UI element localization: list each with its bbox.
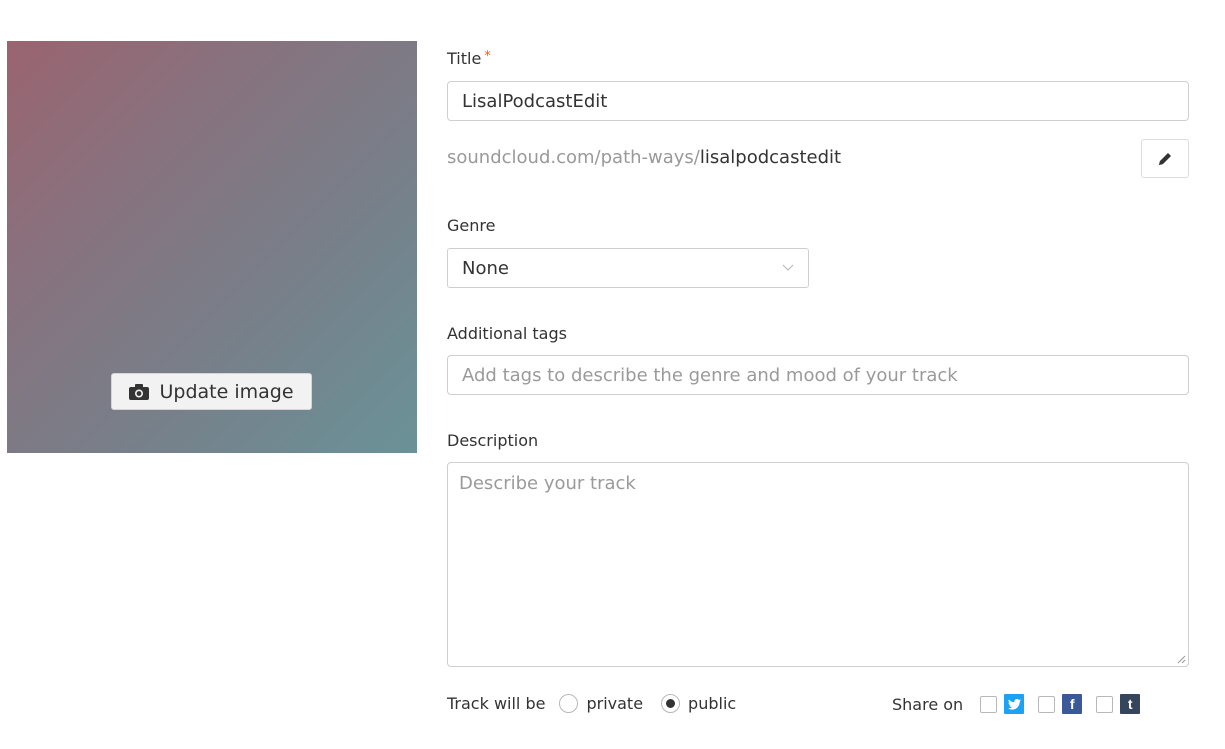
description-label: Description	[447, 431, 539, 450]
tumblr-icon[interactable]: t	[1120, 694, 1141, 714]
share-tumblr-checkbox[interactable]	[1096, 695, 1114, 713]
share-facebook-checkbox[interactable]	[1038, 695, 1056, 713]
track-artwork: Update image	[7, 41, 417, 453]
public-radio[interactable]	[661, 694, 681, 713]
public-label: public	[688, 694, 737, 713]
title-input[interactable]: LisalPodcastEdit	[447, 81, 1189, 121]
title-label: Title *	[447, 49, 491, 68]
tags-placeholder: Add tags to describe the genre and mood …	[462, 364, 958, 386]
permalink: soundcloud.com/path-ways/lisalpodcastedi…	[447, 147, 841, 168]
title-input-value: LisalPodcastEdit	[462, 90, 608, 112]
genre-label: Genre	[447, 216, 496, 235]
private-label: private	[586, 694, 644, 713]
share-label: Share on	[892, 694, 964, 714]
tags-input[interactable]: Add tags to describe the genre and mood …	[447, 355, 1189, 395]
description-placeholder: Describe your track	[459, 473, 636, 494]
tags-label: Additional tags	[447, 324, 567, 343]
camera-icon	[129, 383, 150, 400]
twitter-icon[interactable]	[1004, 694, 1025, 714]
permalink-base: soundcloud.com/path-ways/	[447, 147, 700, 168]
privacy-group: Track will be private public	[447, 694, 736, 713]
private-radio[interactable]	[559, 694, 579, 713]
required-marker: *	[484, 49, 491, 64]
genre-selected-value: None	[462, 257, 509, 279]
genre-select[interactable]: None	[447, 248, 809, 288]
share-twitter-checkbox[interactable]	[980, 695, 998, 713]
update-image-label: Update image	[159, 380, 294, 403]
chevron-down-icon	[782, 264, 794, 271]
description-textarea[interactable]: Describe your track	[447, 462, 1189, 667]
pencil-icon	[1159, 152, 1171, 165]
privacy-label: Track will be	[447, 694, 546, 713]
share-group: Share on f t	[892, 694, 1141, 714]
radio-selected-dot	[666, 699, 676, 708]
resize-handle-icon[interactable]	[1176, 654, 1186, 664]
update-image-button[interactable]: Update image	[111, 373, 312, 410]
permalink-slug: lisalpodcastedit	[699, 147, 842, 168]
facebook-icon[interactable]: f	[1062, 694, 1083, 714]
edit-permalink-button[interactable]	[1141, 139, 1189, 178]
